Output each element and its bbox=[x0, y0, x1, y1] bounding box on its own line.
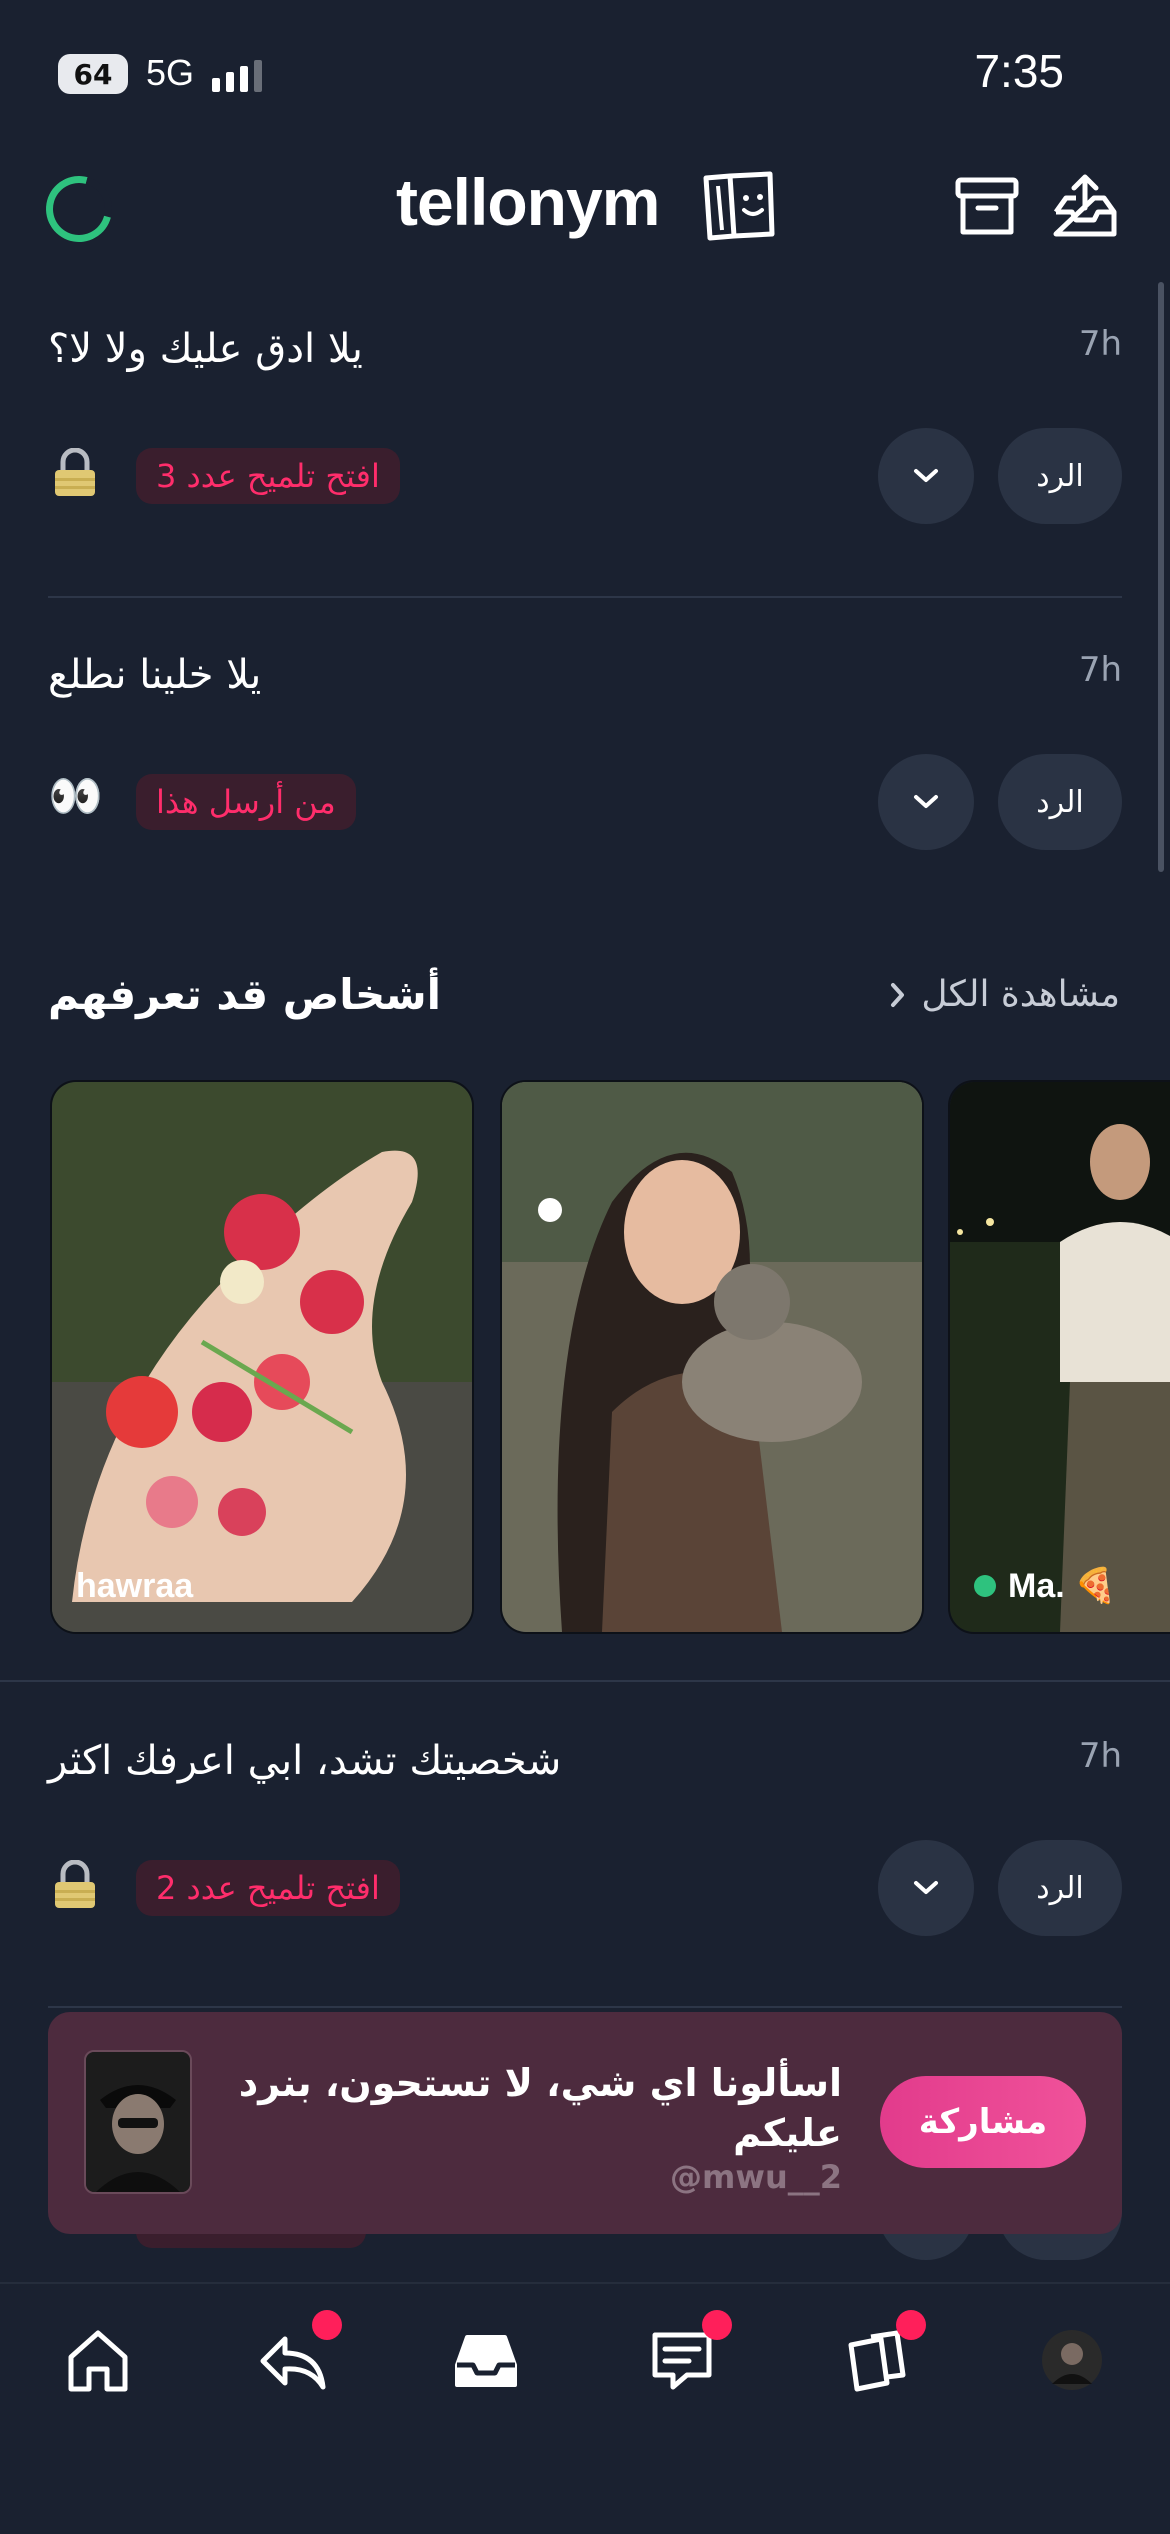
suggestion-name: hawraa bbox=[76, 1567, 194, 1605]
chevron-down-icon bbox=[914, 1881, 938, 1894]
question-time: 7h bbox=[1078, 650, 1122, 690]
chevron-right-icon bbox=[891, 982, 905, 1007]
question-time: 7h bbox=[1078, 1736, 1122, 1776]
chevron-down-icon bbox=[914, 469, 938, 482]
see-all-label: مشاهدة الكل bbox=[921, 974, 1120, 1015]
battery-indicator: 64 bbox=[58, 54, 128, 94]
reply-button[interactable]: الرد bbox=[998, 754, 1122, 850]
promo-avatar bbox=[84, 2050, 192, 2194]
app-title: tellonym bbox=[396, 165, 660, 239]
more-options-button[interactable] bbox=[878, 754, 974, 850]
chevron-down-icon bbox=[914, 795, 938, 808]
hint-badge[interactable]: افتح تلميح عدد 3 bbox=[136, 448, 400, 504]
question-time: 7h bbox=[1078, 324, 1122, 364]
tab-replies[interactable] bbox=[250, 2310, 342, 2402]
loading-icon bbox=[33, 163, 125, 255]
home-icon bbox=[68, 2330, 128, 2392]
network-type: 5G bbox=[146, 52, 195, 93]
lock-icon bbox=[52, 1859, 98, 1914]
divider bbox=[48, 596, 1122, 598]
share-inbox-icon[interactable] bbox=[1050, 172, 1120, 242]
reply-button[interactable]: الرد bbox=[998, 1840, 1122, 1936]
tab-inbox[interactable] bbox=[444, 2318, 528, 2402]
hint-badge[interactable]: من أرسل هذا bbox=[136, 774, 356, 830]
reply-button[interactable]: الرد bbox=[998, 428, 1122, 524]
profile-photo bbox=[52, 1082, 472, 1632]
status-time: 7:35 bbox=[974, 45, 1064, 97]
question-text: شخصيتك تشد، ابي اعرفك اكثر bbox=[48, 1738, 562, 1784]
profile-photo bbox=[950, 1082, 1170, 1632]
scrollbar[interactable] bbox=[1158, 282, 1164, 872]
question-text: يلا خلينا نطلع bbox=[48, 652, 262, 698]
tab-cards[interactable] bbox=[834, 2310, 926, 2402]
profile-avatar bbox=[1042, 2330, 1102, 2390]
suggestions-title: أشخاص قد تعرفهم bbox=[48, 970, 442, 1019]
signal-icon bbox=[212, 60, 262, 92]
promo-handle: @mwu__2 bbox=[670, 2158, 842, 2196]
eyes-emoji: 👀 bbox=[48, 771, 103, 822]
divider bbox=[0, 1680, 1170, 1682]
notification-badge bbox=[896, 2310, 926, 2340]
profile-photo bbox=[502, 1082, 922, 1632]
see-all-link[interactable]: مشاهدة الكل bbox=[887, 974, 1120, 1015]
tab-home[interactable] bbox=[56, 2318, 140, 2402]
suggestion-card[interactable] bbox=[500, 1080, 924, 1634]
share-button[interactable]: مشاركة bbox=[880, 2076, 1086, 2168]
notification-badge bbox=[702, 2310, 732, 2340]
online-indicator bbox=[974, 1575, 996, 1597]
more-options-button[interactable] bbox=[878, 1840, 974, 1936]
divider bbox=[48, 2006, 1122, 2008]
tab-bar bbox=[0, 2282, 1170, 2534]
tab-messages[interactable] bbox=[640, 2310, 732, 2402]
question-text: يلا ادق عليك ولا لا؟ bbox=[48, 326, 363, 372]
tab-profile[interactable] bbox=[1030, 2318, 1114, 2402]
hint-badge[interactable]: افتح تلميح عدد 2 bbox=[136, 1860, 400, 1916]
lock-icon bbox=[52, 447, 98, 502]
promo-banner[interactable]: اسألونا اي شي، لا تستحون، بنرد عليكم @mw… bbox=[48, 2012, 1122, 2234]
notification-badge bbox=[312, 2310, 342, 2340]
suggestion-card[interactable]: hawraa bbox=[50, 1080, 474, 1634]
suggestion-card[interactable]: Ma. 🍕 bbox=[948, 1080, 1170, 1634]
inbox-icon bbox=[455, 2335, 517, 2387]
tellonym-logo-icon bbox=[703, 171, 775, 241]
more-options-button[interactable] bbox=[878, 428, 974, 524]
promo-text: اسألونا اي شي، لا تستحون، بنرد عليكم bbox=[238, 2061, 842, 2155]
archive-icon[interactable] bbox=[952, 172, 1022, 242]
suggestion-name: Ma. 🍕 bbox=[974, 1566, 1116, 1606]
